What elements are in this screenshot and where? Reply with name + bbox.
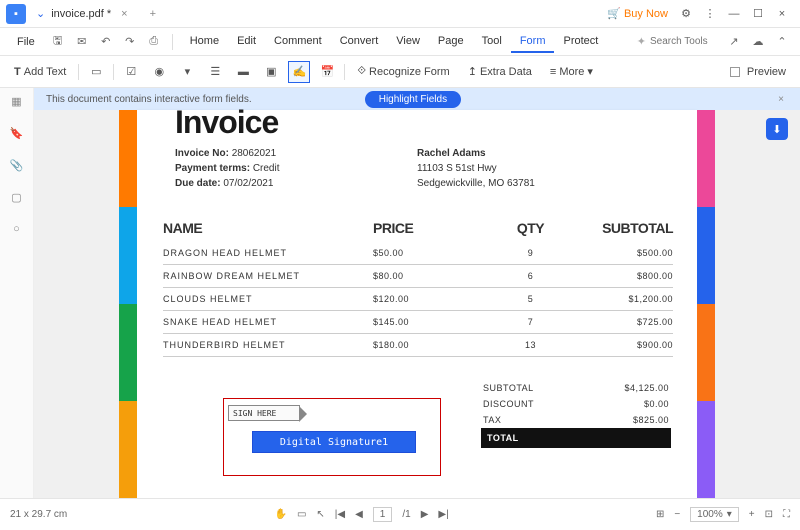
download-float-button[interactable]: ⬇ (766, 118, 788, 140)
recognize-form-button[interactable]: ⟐ Recognize Form (351, 62, 455, 81)
close-banner-icon[interactable]: × (774, 94, 788, 105)
form-toolbar: T Add Text ▭ ☑ ◉ ▾ ☰ ▬ ▣ ✍ 📅 ⟐ Recognize… (0, 56, 800, 88)
list-field-icon[interactable]: ☰ (204, 61, 226, 83)
zoom-out-icon[interactable]: − (674, 509, 680, 520)
search-input[interactable] (650, 36, 720, 47)
preview-toggle[interactable]: Preview (724, 63, 792, 81)
invoice-metadata: Invoice No: 28062021 Payment terms: Cred… (175, 146, 280, 191)
hand-tool-icon[interactable]: ✋ (275, 509, 287, 520)
document-tab[interactable]: ⌄ invoice.pdf * × (26, 0, 142, 28)
app-logo: ▪ (6, 4, 26, 24)
menu-protect[interactable]: Protect (554, 31, 607, 53)
next-page-icon[interactable]: ▶ (421, 509, 429, 520)
mail-icon[interactable]: ✉ (72, 32, 92, 52)
signature-field-icon[interactable]: ✍ (288, 61, 310, 83)
bookmarks-icon[interactable]: 🔖 (8, 124, 26, 142)
close-tab-icon[interactable]: × (117, 8, 131, 20)
menu-comment[interactable]: Comment (265, 31, 331, 53)
zoom-level[interactable]: 100% ▾ (690, 507, 739, 522)
titlebar: ▪ ⌄ invoice.pdf * × + 🛒 Buy Now ⚙ ⋮ — ☐ … (0, 0, 800, 28)
last-page-icon[interactable]: ▶| (438, 509, 448, 520)
highlight-fields-button[interactable]: Highlight Fields (365, 91, 461, 108)
search-tools[interactable]: ✦ (637, 35, 720, 48)
page-dimensions: 21 x 29.7 cm (10, 509, 67, 520)
page-total: /1 (402, 509, 410, 520)
signature-field-selection[interactable]: SIGN HERE Digital Signature1 (223, 398, 441, 476)
cloud-icon[interactable]: ☁ (748, 32, 768, 52)
document-area: This document contains interactive form … (34, 88, 800, 498)
layers-icon[interactable]: ▢ (8, 188, 26, 206)
zoom-in-icon[interactable]: + (749, 509, 755, 520)
extra-data-button[interactable]: ↥ Extra Data (462, 62, 538, 81)
line-items-table: NAME PRICE QTY SUBTOTAL DRAGON HEAD HELM… (163, 220, 673, 357)
dropdown-field-icon[interactable]: ▾ (176, 61, 198, 83)
banner-message: This document contains interactive form … (46, 94, 252, 105)
decorative-stripe-right (697, 110, 715, 498)
tab-filename: invoice.pdf * (51, 8, 111, 20)
image-field-icon[interactable]: ▣ (260, 61, 282, 83)
menubar: File 🖫 ✉ ↶ ↷ ⎙ HomeEditCommentConvertVie… (0, 28, 800, 56)
buy-now-link[interactable]: 🛒 Buy Now (601, 7, 674, 20)
table-row: RAINBOW DREAM HELMET$80.006$800.00 (163, 265, 673, 288)
page-input[interactable]: 1 (373, 507, 393, 522)
totals-block: SUBTOTAL$4,125.00 DISCOUNT$0.00 TAX$825.… (481, 380, 671, 448)
digital-signature-field[interactable]: Digital Signature1 (252, 431, 416, 453)
help-icon[interactable]: ⌃ (772, 32, 792, 52)
col-subtotal: SUBTOTAL (578, 220, 673, 236)
form-banner: This document contains interactive form … (34, 88, 800, 110)
document-page[interactable]: Invoice Invoice No: 28062021 Payment ter… (137, 110, 697, 498)
col-name: NAME (163, 220, 373, 236)
close-window-button[interactable]: × (770, 4, 794, 24)
share-icon[interactable]: ↗ (724, 32, 744, 52)
table-row: DRAGON HEAD HELMET$50.009$500.00 (163, 242, 673, 265)
first-page-icon[interactable]: |◀ (335, 509, 345, 520)
menu-home[interactable]: Home (181, 31, 228, 53)
attachments-icon[interactable]: 📎 (8, 156, 26, 174)
new-tab-button[interactable]: + (142, 8, 164, 20)
date-field-icon[interactable]: 📅 (316, 61, 338, 83)
fullscreen-icon[interactable]: ⛶ (783, 509, 790, 520)
menu-page[interactable]: Page (429, 31, 473, 53)
undo-icon[interactable]: ↶ (96, 32, 116, 52)
save-icon[interactable]: 🖫 (48, 32, 68, 52)
table-row: THUNDERBIRD HELMET$180.0013$900.00 (163, 334, 673, 357)
radio-field-icon[interactable]: ◉ (148, 61, 170, 83)
menu-convert[interactable]: Convert (331, 31, 388, 53)
minimize-button[interactable]: — (722, 4, 746, 24)
select-tool-icon[interactable]: ▭ (297, 509, 306, 520)
view-mode-icon[interactable]: ⊡ (765, 509, 773, 520)
table-row: CLOUDS HELMET$120.005$1,200.00 (163, 288, 673, 311)
kebab-icon[interactable]: ⋮ (698, 4, 722, 24)
maximize-button[interactable]: ☐ (746, 4, 770, 24)
left-sidebar: ▦ 🔖 📎 ▢ ○ (0, 88, 34, 498)
redo-icon[interactable]: ↷ (120, 32, 140, 52)
col-qty: QTY (483, 220, 578, 236)
settings-icon[interactable]: ⚙ (674, 4, 698, 24)
file-menu[interactable]: File (8, 32, 44, 52)
menu-tool[interactable]: Tool (473, 31, 511, 53)
cursor-tool-icon[interactable]: ↖ (316, 509, 324, 520)
statusbar: 21 x 29.7 cm ✋ ▭ ↖ |◀ ◀ 1 /1 ▶ ▶| ⊞ − 10… (0, 498, 800, 530)
menu-form[interactable]: Form (511, 31, 555, 53)
add-text-button[interactable]: T Add Text (8, 63, 72, 81)
table-row: SNAKE HEAD HELMET$145.007$725.00 (163, 311, 673, 334)
text-field-icon[interactable]: ▭ (85, 61, 107, 83)
button-field-icon[interactable]: ▬ (232, 61, 254, 83)
search-panel-icon[interactable]: ○ (8, 220, 26, 238)
prev-page-icon[interactable]: ◀ (355, 509, 363, 520)
sign-here-label: SIGN HERE (228, 405, 300, 421)
wand-icon: ✦ (637, 35, 646, 48)
col-price: PRICE (373, 220, 483, 236)
menu-view[interactable]: View (387, 31, 429, 53)
menu-edit[interactable]: Edit (228, 31, 265, 53)
invoice-heading: Invoice (175, 104, 278, 141)
checkbox-field-icon[interactable]: ☑ (120, 61, 142, 83)
more-button[interactable]: ≡ More ▾ (544, 62, 599, 81)
decorative-stripe-left (119, 110, 137, 498)
print-icon[interactable]: ⎙ (144, 32, 164, 52)
thumbnails-icon[interactable]: ▦ (8, 92, 26, 110)
customer-address: Rachel Adams 11103 S 51st Hwy Sedgewickv… (417, 146, 535, 191)
fit-page-icon[interactable]: ⊞ (656, 509, 664, 520)
